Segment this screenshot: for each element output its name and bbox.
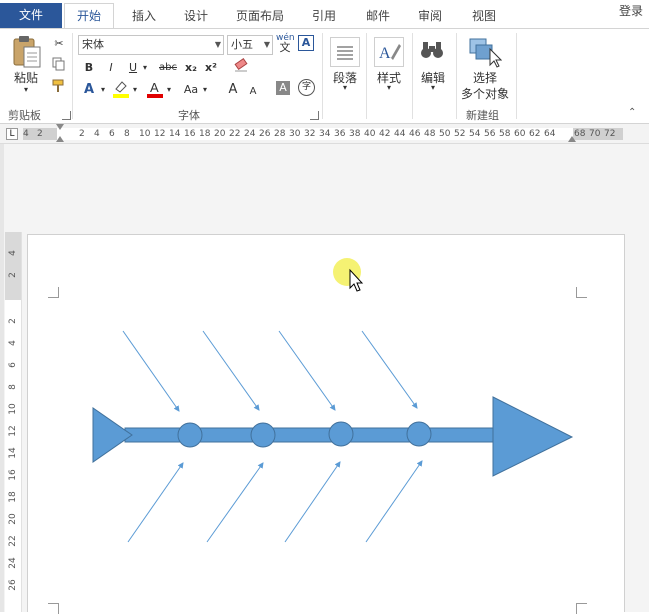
spine-node[interactable]	[177, 422, 203, 448]
fishbone-diagram[interactable]	[0, 0, 649, 612]
upper-bone-arrow[interactable]	[278, 330, 336, 411]
tail-triangle[interactable]	[92, 407, 133, 463]
lower-bone-arrow[interactable]	[284, 461, 341, 543]
spine-node[interactable]	[250, 422, 276, 448]
lower-bone-arrow[interactable]	[206, 462, 264, 543]
upper-bone-arrow[interactable]	[361, 330, 418, 409]
head-arrow[interactable]	[492, 396, 574, 477]
spine-node[interactable]	[328, 421, 354, 447]
upper-bone-arrow[interactable]	[202, 330, 260, 411]
spine-node[interactable]	[406, 421, 432, 447]
lower-bone-arrow[interactable]	[127, 462, 184, 543]
upper-bone-arrow[interactable]	[122, 330, 180, 412]
lower-bone-arrow[interactable]	[365, 460, 423, 543]
